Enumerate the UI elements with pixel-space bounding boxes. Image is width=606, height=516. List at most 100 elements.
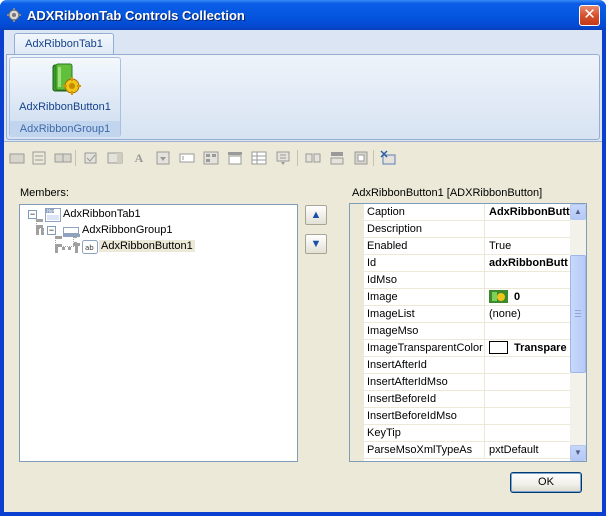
property-value[interactable]: (none) [486,306,570,322]
button-icon[interactable] [8,149,26,167]
gallery-icon[interactable] [202,149,220,167]
scroll-thumb[interactable] [570,255,586,373]
tree-item-label[interactable]: AdxRibbonTab1 [63,208,141,220]
dialog-window: ADXRibbonTab Controls Collection ✕ AdxRi… [0,0,606,516]
vertical-scrollbar[interactable]: ▲ ▼ [570,204,586,461]
property-row[interactable]: Caption AdxRibbonButt [364,204,570,221]
property-name: InsertAfterIdMso [364,374,485,390]
editbox-icon[interactable] [178,149,196,167]
property-name: InsertAfterId [364,357,485,373]
ribbon-preview: AdxRibbonTab1 AdxRibbonButton1 AdxRibbon… [4,30,602,142]
move-up-button[interactable]: ▲ [305,205,327,225]
controls-toolbar: A [4,147,602,169]
close-button[interactable]: ✕ [579,5,600,26]
property-name: KeyTip [364,425,485,441]
tree-item-label[interactable]: AdxRibbonButton1 [99,240,195,252]
property-grid[interactable]: Caption AdxRibbonButt Description Enabled Tr… [349,203,587,462]
property-row[interactable]: ParseMsoXmlTypeAs pxtDefault [364,442,570,459]
ribbon-button-book-icon [52,63,81,95]
property-name: ImageMso [364,323,485,339]
grid-gutter [350,204,364,461]
move-down-button[interactable]: ▼ [305,234,327,254]
property-value[interactable] [486,357,570,373]
property-value-text: Transpare [514,342,567,354]
delete-icon[interactable] [379,149,397,167]
property-row[interactable]: Enabled True [364,238,570,255]
buttongroup-icon[interactable] [54,149,72,167]
property-value[interactable] [486,425,570,441]
property-value[interactable] [486,374,570,390]
arrow-down-icon: ▼ [310,238,322,250]
property-name: Description [364,221,485,237]
close-icon: ✕ [583,6,596,23]
ribbon-tab-icon: Hom [45,208,61,222]
property-row[interactable]: ImageTransparentColor Transpare [364,340,570,357]
ribbon-group-icon [63,227,79,237]
scroll-up-button[interactable]: ▲ [570,204,586,220]
ribbon-button-label[interactable]: AdxRibbonButton1 [10,101,120,113]
property-row[interactable]: InsertBeforeIdMso [364,408,570,425]
scroll-grip [575,313,581,314]
ok-button[interactable]: OK [510,472,582,493]
property-name: Id [364,255,485,271]
ribbon-button-icon: ab [82,240,98,254]
properties-title: AdxRibbonButton1 [ADXRibbonButton] [352,187,543,199]
ribbon-tab[interactable]: AdxRibbonTab1 [14,33,114,54]
property-row[interactable]: ImageList (none) [364,306,570,323]
members-tree[interactable]: − Hom AdxRibbonTab1 − AdxRibbonGroup1 ab… [19,204,298,462]
property-name: ImageList [364,306,485,322]
property-value[interactable]: pxtDefault [486,442,570,458]
property-value[interactable] [486,272,570,288]
svg-text:ab: ab [85,244,94,252]
color-swatch [489,341,508,354]
property-row[interactable]: Description [364,221,570,238]
property-row[interactable]: InsertBeforeId [364,391,570,408]
property-value-text: 0 [514,291,521,303]
tree-item-label[interactable]: AdxRibbonGroup1 [82,224,173,236]
property-row[interactable]: IdMso [364,272,570,289]
property-row[interactable]: Image 0 [364,289,570,306]
ribbon-body: AdxRibbonButton1 AdxRibbonGroup1 [6,54,600,140]
combobox-icon[interactable] [106,149,124,167]
property-name: ParseMsoXmlTypeAs [364,442,485,458]
property-row[interactable]: Id adxRibbonButt [364,255,570,272]
dialoglauncher-icon[interactable] [328,149,346,167]
property-value[interactable]: True [486,238,570,254]
label-icon[interactable]: A [130,149,148,167]
togglebutton-icon[interactable] [352,149,370,167]
box-icon[interactable] [30,149,48,167]
checkbox-icon[interactable] [82,149,100,167]
property-value[interactable]: 0 [486,289,570,305]
property-row[interactable]: InsertAfterIdMso [364,374,570,391]
property-value[interactable]: AdxRibbonButt [486,204,570,220]
property-value[interactable] [486,408,570,424]
property-row[interactable]: KeyTip [364,425,570,442]
dynamicmenu-icon[interactable] [250,149,268,167]
dialog-client-area: AdxRibbonTab1 AdxRibbonButton1 AdxRibbon… [4,30,602,512]
toolbar-separator [297,150,298,166]
property-name: IdMso [364,272,485,288]
property-name: Enabled [364,238,485,254]
property-name: InsertBeforeIdMso [364,408,485,424]
scroll-down-button[interactable]: ▼ [570,445,586,461]
property-value[interactable] [486,221,570,237]
ribbon-group[interactable]: AdxRibbonButton1 AdxRibbonGroup1 [9,57,121,137]
scroll-grip [575,316,581,317]
svg-text:Hom: Hom [47,208,56,213]
title-bar[interactable]: ADXRibbonTab Controls Collection ✕ [0,0,606,30]
property-row[interactable]: ImageMso [364,323,570,340]
tree-expander[interactable]: − [28,210,37,219]
property-value[interactable] [486,323,570,339]
property-value[interactable] [486,391,570,407]
property-value[interactable]: adxRibbonButt [486,255,570,271]
tree-expander[interactable]: − [47,226,56,235]
arrow-up-icon: ▲ [310,209,322,221]
menu-icon[interactable] [226,149,244,167]
dropdown-icon[interactable] [154,149,172,167]
separator-icon[interactable] [304,149,322,167]
property-value[interactable]: Transpare [486,340,570,356]
property-row[interactable]: InsertAfterId [364,357,570,374]
image-preview-icon [489,290,508,303]
splitbutton-icon[interactable] [274,149,292,167]
tree-connector [55,246,78,250]
